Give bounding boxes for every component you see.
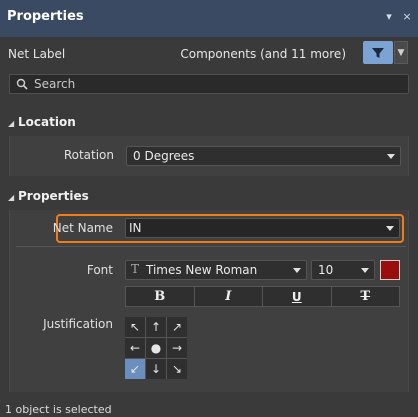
search-icon [16,78,28,90]
location-section-header[interactable]: ◢ Location [8,115,76,129]
justification-label: Justification [43,317,113,331]
justify-bottom-center-button[interactable]: ↓ [146,359,166,379]
font-family-value: Times New Roman [146,263,258,277]
collapse-triangle-icon: ◢ [8,193,15,202]
chevron-down-icon [386,226,394,231]
justify-bottom-right-button[interactable]: ↘ [167,359,187,379]
justify-top-left-button[interactable]: ↖ [125,317,145,337]
object-type-label: Net Label [8,47,66,61]
filter-summary: Components (and 11 more) [180,47,346,61]
chevron-down-icon [361,268,369,273]
location-section-title: Location [18,115,76,129]
divider [16,246,406,247]
bold-icon: B [154,289,166,304]
collapse-triangle-icon: ◢ [8,119,15,128]
search-box [9,74,409,94]
rotation-value: 0 Degrees [133,149,195,163]
filter-dropdown-button[interactable]: ▼ [394,41,408,64]
italic-icon: I [225,289,232,304]
net-name-label: Net Name [52,221,113,235]
justify-middle-left-button[interactable]: ← [125,338,145,358]
chevron-down-icon [387,154,395,159]
panel-title: Properties [7,9,84,24]
bold-button[interactable]: B [126,287,195,306]
justify-top-center-button[interactable]: ↑ [146,317,166,337]
justify-top-right-button[interactable]: ↗ [167,317,187,337]
font-size-dropdown[interactable]: 10 [311,260,375,280]
underline-icon: U [291,289,302,304]
underline-button[interactable]: U [263,287,332,306]
filter-button[interactable] [363,41,393,64]
strikethrough-icon: T [360,289,371,304]
strikethrough-button[interactable]: T [332,287,400,306]
rotation-dropdown[interactable]: 0 Degrees [126,146,401,166]
font-color-swatch[interactable] [380,260,400,280]
justify-middle-right-button[interactable]: → [167,338,187,358]
justification-grid: ↖ ↑ ↗ ← ● → ↙ ↓ ↘ [125,317,187,379]
properties-section-header[interactable]: ◢ Properties [8,189,89,203]
location-group: Rotation 0 Degrees [9,136,409,176]
font-style-toolbar: B I U T [125,286,400,307]
close-icon[interactable]: × [402,10,412,23]
filter-icon [372,47,384,58]
justify-center-button[interactable]: ● [146,338,166,358]
panel-title-bar: Properties ▾ × [0,0,418,37]
italic-button[interactable]: I [195,287,263,306]
properties-section-title: Properties [18,189,89,203]
search-input[interactable] [34,76,394,92]
font-size-value: 10 [318,263,334,277]
chevron-down-icon [293,268,301,273]
panel-menu-icon[interactable]: ▾ [384,10,394,23]
net-name-value: IN [129,221,142,235]
font-label: Font [86,263,113,277]
rotation-label: Rotation [63,148,114,162]
status-text: 1 object is selected [5,403,112,416]
justify-bottom-left-button[interactable]: ↙ [125,359,145,379]
object-header: Net Label Components (and 11 more) ▼ [0,38,418,68]
net-name-field[interactable]: IN [125,218,400,238]
font-family-dropdown[interactable]: T Times New Roman [125,260,307,280]
truetype-font-icon: T [131,262,140,276]
